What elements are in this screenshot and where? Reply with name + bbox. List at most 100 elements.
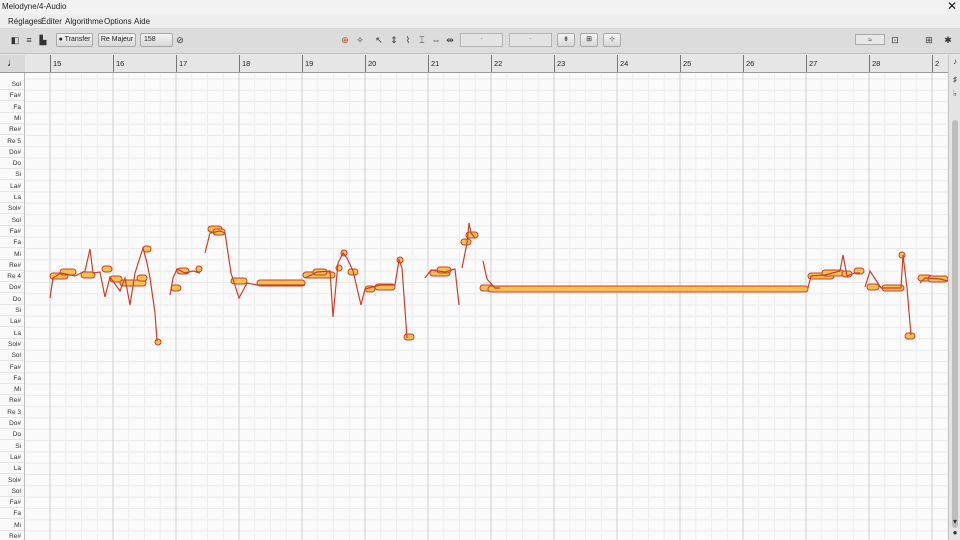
ruler-bar-line <box>365 55 366 72</box>
scroll-end-icon[interactable]: ● <box>950 528 960 538</box>
mixer-icon[interactable]: ≡ <box>22 34 36 47</box>
note-blob <box>101 265 113 273</box>
pitch-key[interactable]: La# <box>0 181 24 192</box>
note-blob <box>866 283 880 291</box>
pointer-tool-icon[interactable]: ↖ <box>372 34 386 47</box>
close-icon[interactable]: ✕ <box>946 0 958 13</box>
menu-editer[interactable]: Éditer <box>41 17 62 26</box>
pitch-key[interactable]: Re# <box>0 260 24 271</box>
pitch-key[interactable]: Fa <box>0 102 24 113</box>
ruler-bar-line <box>176 55 177 72</box>
assistant-icon[interactable]: ✧ <box>353 34 367 47</box>
scroll-down-icon[interactable]: ▾ <box>950 517 960 527</box>
tempo-field[interactable]: 158 <box>140 33 173 47</box>
ruler-bar-number: 20 <box>368 59 377 68</box>
note-icon[interactable]: ♪ <box>950 57 960 67</box>
ruler-bar-line <box>50 55 51 72</box>
timeline-ruler[interactable]: 15 16 17 18 19 20 21 22 23 24 25 26 27 28 2 <box>25 55 948 73</box>
ruler-bar-line <box>743 55 744 72</box>
ruler-bar-line <box>869 55 870 72</box>
pitch-key[interactable]: Fa <box>0 373 24 384</box>
pitch-key[interactable]: La <box>0 463 24 475</box>
pitch-key[interactable]: Sol <box>0 215 24 226</box>
pitch-key[interactable]: Fa# <box>0 226 24 237</box>
key-selector[interactable]: Re Majeur <box>98 33 136 47</box>
pitch-key[interactable]: La# <box>0 452 24 463</box>
pitch-key[interactable]: Do <box>0 158 24 170</box>
pitch-key[interactable]: Sol <box>0 486 24 497</box>
pitch-key[interactable]: Fa <box>0 508 24 520</box>
pitch-key[interactable]: Mi <box>0 520 24 531</box>
pitch-key[interactable]: Do# <box>0 418 24 429</box>
modulation-tool-icon[interactable]: ⌇ <box>401 34 415 47</box>
note-editor-canvas[interactable] <box>25 73 948 540</box>
menu-options[interactable]: Options <box>104 17 132 26</box>
pitch-key[interactable]: Fa# <box>0 497 24 509</box>
tuning-fork-icon[interactable]: ♩ <box>0 55 26 73</box>
zoom-field[interactable]: ≈ <box>855 34 885 45</box>
separation-tool-icon[interactable]: ⇹ <box>443 34 457 47</box>
menu-algorithme[interactable]: Algorithme <box>65 17 103 26</box>
gear-icon[interactable]: ✱ <box>941 34 955 47</box>
ruler-bar-line <box>806 55 807 72</box>
pitch-key[interactable]: La# <box>0 316 24 328</box>
transfer-button[interactable]: ● Transfer <box>56 33 93 47</box>
center-icon[interactable]: ⊹ <box>603 33 621 47</box>
value-field-1[interactable]: - <box>460 33 503 47</box>
pitch-key[interactable]: Mi <box>0 249 24 260</box>
time-tool-icon[interactable]: ⇔ <box>429 34 443 47</box>
flat-icon[interactable]: ♭ <box>950 89 960 99</box>
ruler-bar-number: 2 <box>935 59 940 68</box>
ruler-bar-line <box>239 55 240 72</box>
pitch-key[interactable]: Fa# <box>0 90 24 102</box>
pitch-key[interactable]: Sol# <box>0 339 24 350</box>
scale-snap-icon[interactable]: ⊕ <box>338 34 352 47</box>
pitch-key[interactable]: Fa# <box>0 362 24 373</box>
pitch-key[interactable]: La <box>0 328 24 339</box>
scroll-thumb[interactable] <box>952 120 958 528</box>
menu-aide[interactable]: Aide <box>134 17 150 26</box>
value-field-2[interactable]: - <box>509 33 552 47</box>
pitch-key[interactable]: Re# <box>0 395 24 407</box>
ruler-bar-number: 19 <box>305 59 314 68</box>
quantize-time-icon[interactable]: ⊞ <box>580 33 598 47</box>
pitch-key[interactable]: Si <box>0 441 24 452</box>
pitch-key[interactable]: Sol# <box>0 475 24 486</box>
pitch-key[interactable]: Sol# <box>0 203 24 215</box>
ruler-bar-line <box>113 55 114 72</box>
pitch-key[interactable]: Si <box>0 305 24 316</box>
vertical-scrollbar[interactable]: ♪ ♯ ♭ ▾ ● <box>948 55 960 540</box>
pitch-key[interactable]: Do# <box>0 282 24 294</box>
grid-view-icon[interactable]: ⊞ <box>922 34 936 47</box>
pitch-key[interactable]: Fa <box>0 237 24 249</box>
pitch-key[interactable]: Sol <box>0 79 24 90</box>
pitch-key[interactable]: Si <box>0 169 24 181</box>
tempo-link-icon[interactable]: ⊘ <box>173 34 187 47</box>
pitch-ruler[interactable]: Sol Fa# Fa Mi Re# Re 5 Do# Do Si La# La Sol# Sol Fa# F… <box>0 73 25 540</box>
formant-tool-icon[interactable]: ⌶ <box>415 34 429 47</box>
ruler-bar-line <box>491 55 492 72</box>
view-mode-icon[interactable]: ⊡ <box>888 34 902 47</box>
panel-toggle-icon[interactable]: ◧ <box>8 34 22 47</box>
note-blob <box>460 238 472 246</box>
pitch-key[interactable]: Re 4 <box>0 271 24 283</box>
pitch-tool-icon[interactable]: ⇕ <box>387 34 401 47</box>
menu-reglages[interactable]: Réglages <box>8 17 42 26</box>
pitch-key[interactable]: Re# <box>0 531 24 540</box>
pitch-key[interactable]: Re 3 <box>0 407 24 418</box>
pitch-key[interactable]: Do <box>0 429 24 441</box>
ruler-bar-line <box>428 55 429 72</box>
sharp-icon[interactable]: ♯ <box>950 75 960 85</box>
pitch-key[interactable]: Sol <box>0 350 24 362</box>
pitch-key[interactable]: Re# <box>0 124 24 136</box>
pitch-key[interactable]: Re 5 <box>0 136 24 147</box>
pitch-curve <box>864 254 912 336</box>
pitch-key[interactable]: Do <box>0 294 24 305</box>
note-editor-grid[interactable] <box>25 73 948 540</box>
pitch-key[interactable]: Mi <box>0 113 24 124</box>
pitch-key[interactable]: Mi <box>0 384 24 396</box>
pitch-key[interactable]: Do# <box>0 147 24 158</box>
levels-icon[interactable]: ▙ <box>36 34 50 47</box>
correct-pitch-icon[interactable]: ⇟ <box>557 33 575 47</box>
pitch-key[interactable]: La <box>0 192 24 203</box>
